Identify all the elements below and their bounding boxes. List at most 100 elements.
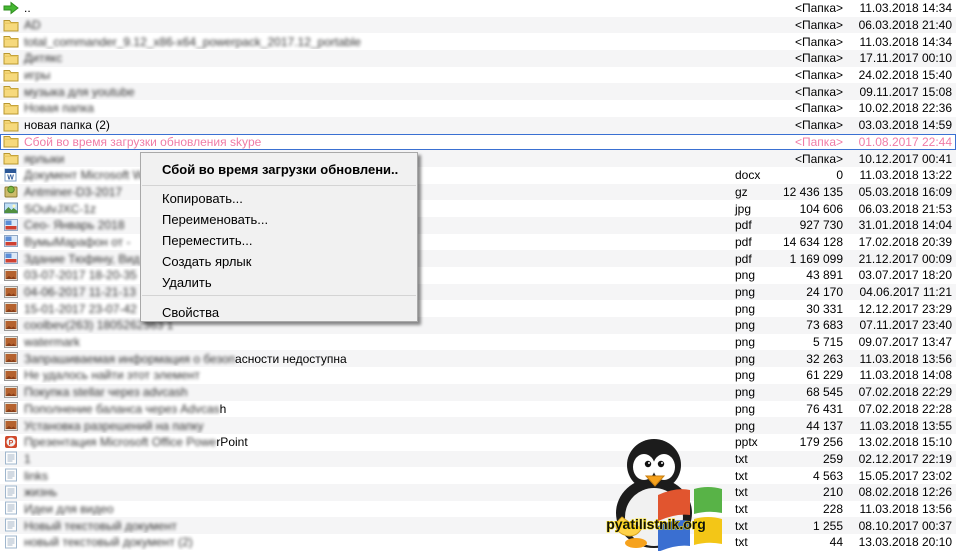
file-size: 4 563	[770, 469, 843, 483]
file-row[interactable]: Дитякс<Папка>17.11.2017 00:10	[0, 50, 956, 67]
file-name-cell: total_commander_9.12_x86-x64_powerpack_2…	[0, 34, 712, 49]
file-row[interactable]: Сбой во время загрузки обновления skype<…	[0, 134, 956, 151]
file-name: Идеи для видео	[24, 502, 114, 516]
file-date: 03.07.2017 18:20	[843, 268, 956, 282]
file-name: Сео- Январь 2018	[24, 218, 125, 232]
file-row[interactable]: Покупка stellar через advcashpng68 54507…	[0, 384, 956, 401]
file-ext: txt	[712, 452, 770, 466]
file-date: 11.03.2018 14:34	[843, 1, 956, 15]
file-row[interactable]: Идеи для видеоtxt22811.03.2018 13:56	[0, 501, 956, 518]
png-thumb-icon	[3, 385, 20, 400]
file-row[interactable]: игры<Папка>24.02.2018 15:40	[0, 67, 956, 84]
file-row[interactable]: links txt4 56315.05.2017 23:02	[0, 467, 956, 484]
file-name: Здание Тюфяну, Вид	[24, 252, 140, 266]
file-name-cell: игры	[0, 68, 712, 83]
menu-item-properties[interactable]: Свойства	[141, 298, 417, 319]
file-name: музыка для youtube	[24, 85, 135, 99]
file-ext: png	[712, 419, 770, 433]
file-size: 259	[770, 452, 843, 466]
file-row[interactable]: AD<Папка>06.03.2018 21:40	[0, 17, 956, 34]
file-size: 43 891	[770, 268, 843, 282]
file-row[interactable]: новая папка (2)<Папка>03.03.2018 14:59	[0, 117, 956, 134]
folder-icon	[3, 118, 20, 133]
pdf-icon	[3, 234, 20, 249]
file-name: ВумыМарафон от -	[24, 235, 131, 249]
png-thumb-icon	[3, 285, 20, 300]
txt-icon	[3, 451, 20, 466]
file-row[interactable]: Не удалось найти этот элементpng61 22911…	[0, 367, 956, 384]
file-size: 104 606	[770, 202, 843, 216]
file-date: 09.11.2017 15:08	[843, 85, 956, 99]
file-size: 210	[770, 485, 843, 499]
file-name-cell: Установка разрешений на папку	[0, 418, 712, 433]
file-ext: png	[712, 335, 770, 349]
file-date: 12.12.2017 23:29	[843, 302, 956, 316]
folder-icon	[3, 134, 20, 149]
file-row[interactable]: Пополнение баланса через Advcashpng76 43…	[0, 401, 956, 418]
txt-icon	[3, 518, 20, 533]
menu-item[interactable]: Переместить...	[141, 230, 417, 251]
file-ext: pdf	[712, 218, 770, 232]
file-row[interactable]: жизньtxt21008.02.2018 12:26	[0, 484, 956, 501]
png-thumb-icon	[3, 301, 20, 316]
file-date: 15.05.2017 23:02	[843, 469, 956, 483]
file-ext: png	[712, 318, 770, 332]
file-row[interactable]: watermarkpng5 71509.07.2017 13:47	[0, 334, 956, 351]
file-size: 179 256	[770, 435, 843, 449]
png-thumb-icon	[3, 268, 20, 283]
file-ext: txt	[712, 469, 770, 483]
image-icon	[3, 201, 20, 216]
file-name: Покупка stellar через advcash	[24, 385, 188, 399]
file-date: 07.02.2018 22:28	[843, 402, 956, 416]
file-row[interactable]: музыка для youtube<Папка>09.11.2017 15:0…	[0, 83, 956, 100]
file-row[interactable]: Новая папка<Папка>10.02.2018 22:36	[0, 100, 956, 117]
file-size: 61 229	[770, 368, 843, 382]
file-row[interactable]: 1txt25902.12.2017 22:19	[0, 451, 956, 468]
file-date: 01.08.2017 22:44	[843, 135, 956, 149]
menu-item[interactable]: Удалить	[141, 272, 417, 293]
file-size: 44	[770, 535, 843, 549]
file-name: total_commander_9.12_x86-x64_powerpack_2…	[24, 35, 361, 49]
file-row[interactable]: PПрезентация Microsoft Office PowerPoint…	[0, 434, 956, 451]
png-thumb-icon	[3, 401, 20, 416]
file-date: 13.03.2018 20:10	[843, 535, 956, 549]
file-ext: png	[712, 385, 770, 399]
file-name: новый текстовый документ (2)	[24, 535, 193, 549]
file-row[interactable]: новый текстовый документ (2)txt4413.03.2…	[0, 534, 956, 551]
file-name: Не удалось найти этот элемент	[24, 368, 200, 382]
file-row[interactable]: Установка разрешений на папкуpng44 13711…	[0, 417, 956, 434]
svg-text:W: W	[7, 174, 14, 181]
file-size: 24 170	[770, 285, 843, 299]
folder-size-placeholder: <Папка>	[770, 118, 843, 132]
file-date: 11.03.2018 13:56	[843, 502, 956, 516]
menu-item[interactable]: Переименовать...	[141, 209, 417, 230]
file-name-cell: новая папка (2)	[0, 118, 712, 133]
file-name-cell: watermark	[0, 335, 712, 350]
file-name-cell: Идеи для видео	[0, 501, 712, 516]
menu-separator	[142, 295, 416, 296]
file-name-cell: links	[0, 468, 712, 483]
file-size: 32 263	[770, 352, 843, 366]
file-name: links	[24, 469, 48, 483]
file-name: Сбой во время загрузки обновления skype	[24, 135, 261, 149]
file-name: 15-01-2017 23-07-42	[24, 302, 137, 316]
file-row[interactable]: total_commander_9.12_x86-x64_powerpack_2…	[0, 33, 956, 50]
file-row[interactable]: Запрашиваемая информация о безопасности …	[0, 350, 956, 367]
file-size: 44 137	[770, 419, 843, 433]
file-date: 11.03.2018 13:56	[843, 352, 956, 366]
file-name-cell: Новая папка	[0, 101, 712, 116]
menu-item[interactable]: Создать ярлык	[141, 251, 417, 272]
file-date: 06.03.2018 21:40	[843, 18, 956, 32]
file-row[interactable]: Новый текстовый документtxt1 25508.10.20…	[0, 517, 956, 534]
file-ext: jpg	[712, 202, 770, 216]
file-row[interactable]: ..<Папка>11.03.2018 14:34	[0, 0, 956, 17]
menu-item[interactable]: Копировать...	[141, 188, 417, 209]
file-ext: txt	[712, 502, 770, 516]
file-size: 0	[770, 168, 843, 182]
file-date: 11.03.2018 14:08	[843, 368, 956, 382]
png-thumb-icon	[3, 335, 20, 350]
file-name: Установка разрешений на папку	[24, 419, 203, 433]
file-ext: docx	[712, 168, 770, 182]
file-name: SOulvJXC-1z	[24, 202, 96, 216]
file-date: 17.11.2017 00:10	[843, 51, 956, 65]
